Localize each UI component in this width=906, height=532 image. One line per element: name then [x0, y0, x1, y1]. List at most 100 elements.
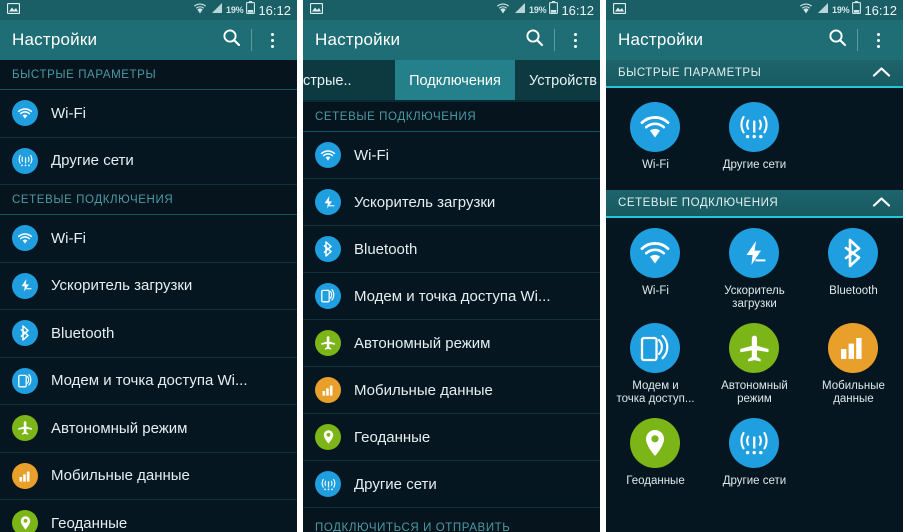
list-item[interactable]: Bluetooth	[0, 310, 297, 358]
list-item[interactable]: Модем и точка доступа Wi...	[0, 358, 297, 405]
search-button[interactable]	[820, 20, 854, 60]
chevron-up-icon[interactable]	[872, 66, 891, 81]
status-bar-1: 19% 16:12	[0, 0, 297, 20]
list-item[interactable]: Bluetooth	[303, 226, 600, 273]
section-header-network-connections: СЕТЕВЫЕ ПОДКЛЮЧЕНИЯ	[0, 185, 297, 215]
wifi-signal-icon	[496, 1, 510, 19]
list-item[interactable]: Геоданные	[0, 500, 297, 532]
list-item-label: Bluetooth	[51, 324, 115, 342]
list-item-label: Wi-Fi	[51, 104, 86, 122]
section-header-quick-settings[interactable]: БЫСТРЫЕ ПАРАМЕТРЫ	[606, 60, 903, 88]
list-item[interactable]: Мобильные данные	[0, 453, 297, 500]
grid-tile-label: Bluetooth	[829, 285, 878, 297]
tab-bar[interactable]: стрые.. Подключения Устройств	[303, 60, 600, 102]
list-item[interactable]: Wi-Fi	[303, 132, 600, 179]
search-button[interactable]	[517, 20, 551, 60]
grid-tile-label: Другие сети	[722, 475, 787, 487]
grid-tile[interactable]: Bluetooth	[804, 228, 903, 311]
grid-tile-empty	[804, 418, 903, 488]
list-item[interactable]: Wi-Fi	[0, 215, 297, 263]
grid-tile[interactable]: Автономный режим	[705, 323, 804, 406]
tab-connections[interactable]: Подключения	[395, 60, 515, 102]
overflow-menu-button[interactable]	[255, 20, 289, 60]
bluetooth-icon	[12, 320, 38, 347]
search-icon	[525, 28, 544, 52]
network-connections-grid[interactable]: Wi-Fi Ускоритель загрузки Bluetooth Моде…	[606, 218, 903, 506]
tethering-hotspot-icon	[315, 283, 341, 309]
list-item[interactable]: Геоданные	[303, 414, 600, 461]
grid-tile[interactable]: Мобильные данные	[804, 323, 903, 406]
battery-icon	[246, 1, 256, 19]
list-item-label: Другие сети	[51, 152, 134, 170]
search-icon	[222, 28, 241, 52]
image-icon	[309, 1, 324, 19]
tab-quick-settings[interactable]: стрые..	[303, 60, 395, 102]
settings-list-2[interactable]: СЕТЕВЫЕ ПОДКЛЮЧЕНИЯ Wi-Fi Ускоритель заг…	[303, 102, 600, 532]
location-icon	[630, 418, 681, 468]
grid-tile[interactable]: Ускоритель загрузки	[705, 228, 804, 311]
grid-tile[interactable]: Wi-Fi	[606, 228, 705, 311]
grid-tile-label: Геоданные	[626, 475, 685, 487]
grid-tile[interactable]: Другие сети	[705, 418, 804, 488]
toolbar-separator	[251, 29, 252, 51]
bluetooth-icon	[828, 228, 879, 278]
quick-settings-grid[interactable]: Wi-Fi Другие сети	[606, 88, 903, 190]
list-item-label: Модем и точка доступа Wi...	[51, 372, 248, 390]
list-item-label: Модем и точка доступа Wi...	[354, 287, 551, 305]
list-item[interactable]: Ускоритель загрузки	[0, 263, 297, 310]
grid-tile-label: Ускоритель загрузки	[724, 285, 785, 310]
grid-tile[interactable]: Другие сети	[705, 102, 804, 172]
grid-tile[interactable]: Wi-Fi	[606, 102, 705, 172]
action-bar-2: Настройки	[303, 20, 600, 60]
search-button[interactable]	[214, 20, 248, 60]
list-item[interactable]: Другие сети	[0, 138, 297, 185]
list-item[interactable]: Wi-Fi	[0, 90, 297, 138]
list-item[interactable]: Автономный режим	[303, 320, 600, 367]
grid-tile-label: Wi-Fi	[642, 159, 669, 171]
list-item[interactable]: Модем и точка доступа Wi...	[303, 273, 600, 320]
download-booster-icon	[315, 189, 341, 215]
list-item[interactable]: Ускоритель загрузки	[303, 179, 600, 226]
list-item-label: Wi-Fi	[51, 229, 86, 247]
grid-tile-label: Автономный режим	[721, 380, 788, 405]
status-clock: 16:12	[561, 2, 594, 18]
page-title: Настройки	[618, 30, 704, 49]
tethering-hotspot-icon	[12, 367, 38, 394]
list-item-label: Bluetooth	[354, 240, 418, 258]
airplane-mode-icon	[12, 415, 38, 442]
list-item[interactable]: Автономный режим	[0, 405, 297, 453]
list-item-label: Другие сети	[354, 475, 437, 493]
image-icon	[6, 1, 21, 19]
list-item-label: Ускоритель загрузки	[354, 193, 496, 211]
section-header-label: БЫСТРЫЕ ПАРАМЕТРЫ	[618, 67, 762, 79]
grid-tile[interactable]: Геоданные	[606, 418, 705, 488]
airplane-mode-icon	[729, 323, 780, 373]
mobile-data-icon	[828, 323, 879, 373]
section-header-label: СЕТЕВЫЕ ПОДКЛЮЧЕНИЯ	[618, 197, 779, 209]
wifi-signal-icon	[193, 1, 207, 19]
battery-icon	[852, 1, 862, 19]
tab-devices[interactable]: Устройств	[515, 60, 600, 102]
section-header-network-connections[interactable]: СЕТЕВЫЕ ПОДКЛЮЧЕНИЯ	[606, 190, 903, 218]
phone-panel-1: 19% 16:12 Настройки БЫСТРЫЕ ПАРАМЕТРЫ Wi…	[0, 0, 297, 532]
overflow-menu-button[interactable]	[861, 20, 895, 60]
page-title: Настройки	[12, 30, 98, 49]
list-item[interactable]: Мобильные данные	[303, 367, 600, 414]
wifi-icon	[630, 228, 681, 278]
battery-icon	[549, 1, 559, 19]
location-icon	[315, 424, 341, 450]
toolbar-separator	[554, 29, 555, 51]
action-bar-1: Настройки	[0, 20, 297, 60]
list-item-label: Геоданные	[354, 428, 431, 446]
cellular-signal-icon	[210, 1, 223, 19]
action-bar-3: Настройки	[606, 20, 903, 60]
other-networks-icon	[12, 147, 38, 174]
settings-list-1[interactable]: БЫСТРЫЕ ПАРАМЕТРЫ Wi-Fi Другие сети СЕТЕ…	[0, 60, 297, 532]
overflow-menu-button[interactable]	[558, 20, 592, 60]
list-item-label: Wi-Fi	[354, 146, 389, 164]
grid-tile[interactable]: Модем и точка доступ...	[606, 323, 705, 406]
battery-percent: 19%	[832, 5, 850, 15]
list-item-label: Геоданные	[51, 514, 128, 532]
list-item[interactable]: Другие сети	[303, 461, 600, 508]
chevron-up-icon[interactable]	[872, 196, 891, 211]
